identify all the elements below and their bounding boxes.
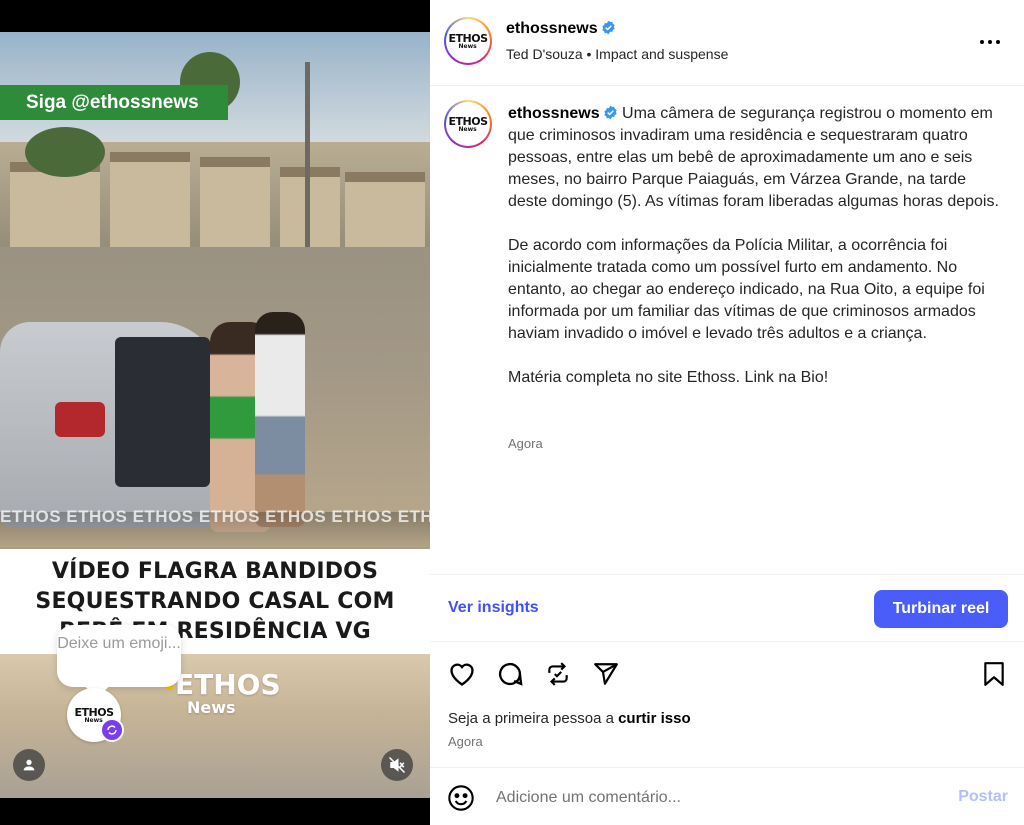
house-shape	[280, 167, 340, 247]
mini-logo-text: ETHOS	[448, 31, 489, 45]
boost-reel-button[interactable]: Turbinar reel	[874, 590, 1008, 628]
avatar-inner: ETHOS News	[446, 19, 490, 63]
caption-username[interactable]: ethossnews	[508, 105, 600, 122]
verified-badge-icon	[601, 20, 615, 35]
car-door-shape	[115, 337, 210, 487]
house-shape	[345, 172, 425, 252]
view-insights-link[interactable]: Ver insights	[448, 599, 539, 617]
watermark-row: ETHOS ETHOS ETHOS ETHOS ETHOS ETHOS ETHO…	[0, 507, 430, 526]
caption-paragraph: ethossnews Uma câmera de segurança regis…	[508, 103, 1008, 213]
heart-icon	[450, 663, 474, 686]
insights-bar: Ver insights Turbinar reel	[430, 574, 1024, 642]
header-username[interactable]: ethossnews	[506, 20, 598, 37]
brand-logo: ETHOS News	[165, 671, 281, 717]
avatar-inner: ETHOS News	[446, 102, 490, 146]
emoji-prompt-bubble[interactable]: Deixe um emoji...	[57, 625, 181, 687]
user-icon	[23, 759, 35, 771]
smiley-icon	[448, 785, 474, 811]
house-shape	[110, 152, 190, 252]
car-light-shape	[55, 402, 105, 437]
action-bar	[430, 654, 1024, 694]
verified-badge-icon	[603, 105, 617, 120]
tagged-users-button[interactable]	[13, 749, 45, 781]
mini-logo-text: ETHOS	[448, 114, 489, 128]
post-comment-button[interactable]: Postar	[958, 788, 1008, 806]
share-button[interactable]	[590, 658, 622, 690]
emoji-picker-button[interactable]	[446, 783, 476, 813]
comment-icon	[498, 663, 523, 686]
follow-banner: Siga @ethossnews	[0, 85, 228, 120]
pole-shape	[305, 62, 310, 262]
emoji-prompt-text: Deixe um emoji...	[57, 635, 181, 652]
brand-logo-sub: News	[187, 698, 236, 717]
header-avatar[interactable]: ETHOS News	[444, 17, 492, 65]
comment-input[interactable]	[496, 786, 936, 810]
share-icon	[594, 663, 618, 685]
more-options-button[interactable]	[978, 30, 1002, 54]
caption-area: ETHOS News ethossnews Uma câmera de segu…	[430, 86, 1024, 574]
header-audio-info[interactable]: Ted D'souza • Impact and suspense	[506, 46, 728, 62]
caption-text-3: Matéria completa no site Ethoss. Link na…	[508, 369, 829, 386]
caption-avatar[interactable]: ETHOS News	[444, 100, 492, 148]
post-detail-panel: ETHOS News ethossnews Ted D'souza • Impa…	[430, 0, 1024, 825]
reel-media[interactable]: Siga @ethossnews ETHOS ETHOS ETHOS ETHOS…	[0, 0, 430, 825]
repost-badge-icon	[100, 718, 124, 742]
like-button[interactable]	[446, 658, 478, 690]
like-this-link[interactable]: curtir isso	[618, 710, 691, 727]
person-shape	[255, 312, 305, 527]
tree-shape	[25, 127, 105, 177]
caption-text-2: De acordo com informações da Polícia Mil…	[508, 237, 985, 342]
more-horizontal-icon	[980, 40, 1000, 44]
comment-bar: Postar	[430, 767, 1024, 825]
post-timestamp: Agora	[448, 734, 483, 749]
repost-button[interactable]	[542, 658, 574, 690]
house-shape	[200, 157, 270, 247]
brand-logo-text: ETHOS	[175, 668, 281, 701]
caption-timestamp: Agora	[508, 436, 543, 451]
mini-logo: ETHOS News	[448, 114, 489, 133]
save-button[interactable]	[978, 658, 1010, 690]
header-username-row: ethossnews	[506, 20, 616, 38]
mute-button[interactable]	[381, 749, 413, 781]
repost-icon	[548, 662, 568, 686]
post-caption: ethossnews Uma câmera de segurança regis…	[508, 103, 1008, 411]
likes-summary: Seja a primeira pessoa a curtir isso	[448, 710, 691, 727]
mini-logo: ETHOS News	[448, 31, 489, 50]
comment-button[interactable]	[494, 658, 526, 690]
post-header: ETHOS News ethossnews Ted D'souza • Impa…	[430, 0, 1024, 86]
speaker-muted-icon	[388, 756, 406, 774]
mini-logo-text: ETHOS	[74, 705, 115, 719]
bookmark-icon	[984, 662, 1004, 686]
likes-prefix: Seja a primeira pessoa a	[448, 710, 619, 727]
